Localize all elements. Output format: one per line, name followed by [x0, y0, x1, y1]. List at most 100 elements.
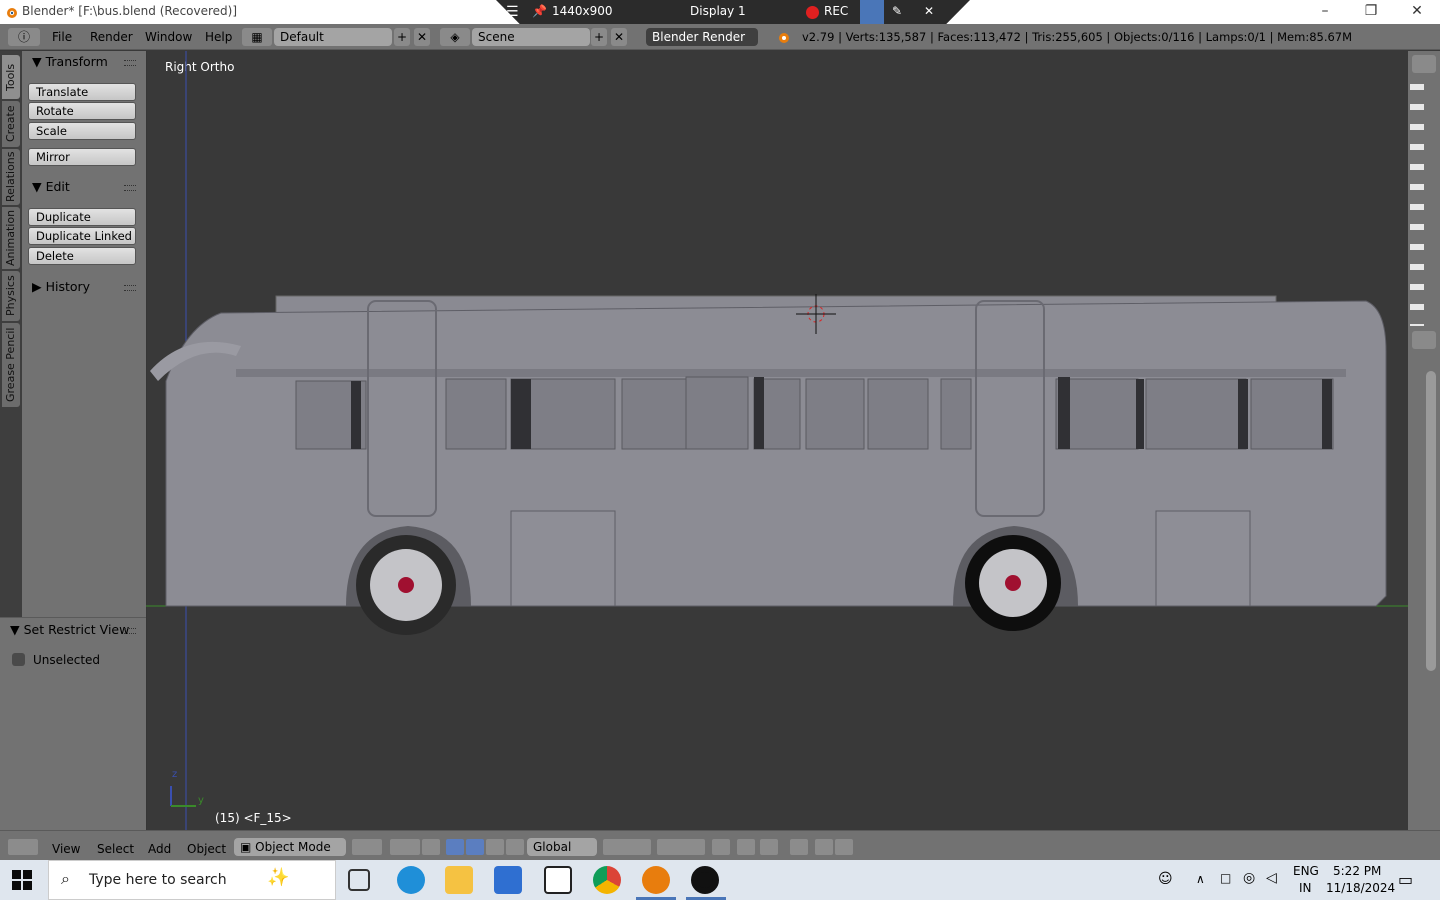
close-window-button[interactable]: ✕ — [1394, 0, 1440, 24]
menu-view[interactable]: View — [52, 842, 80, 856]
layout-field[interactable]: Default — [274, 28, 392, 46]
editor-type-button[interactable] — [8, 839, 38, 855]
pivot-button[interactable] — [390, 839, 420, 855]
mode-select[interactable]: ▣ Object Mode — [234, 838, 346, 856]
store-icon[interactable] — [494, 866, 522, 894]
panel-grip-icon[interactable] — [124, 185, 136, 191]
render-icon[interactable] — [815, 839, 833, 855]
tab-relations[interactable]: Relations — [2, 149, 20, 205]
language-primary[interactable]: ENG — [1293, 864, 1319, 878]
bus-model[interactable] — [146, 51, 1408, 830]
duplicate-linked-button[interactable]: Duplicate Linked — [28, 227, 136, 245]
lock-layers-icon[interactable] — [712, 839, 730, 855]
3d-viewport[interactable]: Right Ortho z y (15) <F_15> — [146, 51, 1408, 830]
translate-gizmo-icon[interactable] — [446, 839, 464, 855]
menu-help[interactable]: Help — [205, 30, 232, 44]
panel-grip-icon[interactable] — [124, 285, 136, 291]
blender-taskbar-icon[interactable] — [642, 866, 670, 894]
anim-render-icon[interactable] — [835, 839, 853, 855]
scene-field[interactable]: Scene — [472, 28, 590, 46]
restrict-render-icons[interactable] — [1410, 76, 1424, 326]
layers-group-1[interactable] — [603, 839, 651, 855]
menu-select[interactable]: Select — [97, 842, 134, 856]
layers-group-2[interactable] — [657, 839, 705, 855]
recorder-display[interactable]: Display 1 — [690, 4, 746, 18]
panel-grip-icon[interactable] — [124, 60, 136, 66]
rotate-button[interactable]: Rotate — [28, 102, 136, 120]
rec-label[interactable]: REC — [824, 4, 848, 18]
editor-type-button[interactable]: ⓘ — [8, 28, 40, 46]
transform-header[interactable]: ▼ Transform — [32, 54, 108, 69]
unselected-checkbox[interactable] — [12, 653, 25, 666]
gizmo-mode-icon[interactable] — [506, 839, 524, 855]
layout-browse-button[interactable]: ▦ — [242, 28, 272, 46]
orientation-select[interactable]: Global — [527, 838, 597, 856]
tab-tools[interactable]: Tools — [2, 55, 20, 99]
mirror-button[interactable]: Mirror — [28, 148, 136, 166]
close-recorder-icon[interactable]: ✕ — [924, 4, 934, 18]
scene-stats: v2.79 | Verts:135,587 | Faces:113,472 | … — [802, 30, 1353, 44]
viewport-header: View Select Add Object ▣ Object Mode Glo… — [0, 830, 1440, 860]
language-secondary[interactable]: IN — [1299, 881, 1312, 895]
delete-button[interactable]: Delete — [28, 247, 136, 265]
scale-gizmo-icon[interactable] — [486, 839, 504, 855]
scene-add-icon[interactable]: + — [591, 28, 607, 46]
properties-editor-icon[interactable] — [1412, 331, 1436, 349]
menu-render[interactable]: Render — [90, 30, 133, 44]
shading-button[interactable] — [352, 839, 382, 855]
outliner-strip — [1408, 51, 1440, 830]
people-icon[interactable]: ☺ — [1158, 871, 1173, 887]
menu-window[interactable]: Window — [145, 30, 192, 44]
chrome-icon[interactable] — [593, 866, 621, 894]
pin-icon[interactable]: 📌 — [532, 4, 547, 18]
menu-object[interactable]: Object — [187, 842, 226, 856]
layout-add-icon[interactable]: + — [394, 28, 410, 46]
clock-time[interactable]: 5:22 PM — [1333, 864, 1381, 878]
render-engine-select[interactable]: Blender Render — [646, 28, 758, 46]
tab-grease-pencil[interactable]: Grease Pencil — [2, 323, 20, 407]
panel-grip-icon[interactable] — [124, 628, 136, 634]
minimize-button[interactable]: – — [1302, 0, 1348, 24]
menu-icon[interactable]: ☰ — [506, 4, 519, 20]
snap-icon[interactable] — [760, 839, 778, 855]
outliner-editor-icon[interactable] — [1412, 55, 1436, 73]
windows-taskbar: ⌕ Type here to search ✨ ☺ ∧ □ ◎ ◁ ENG IN… — [0, 860, 1440, 900]
notification-icon[interactable]: ▭ — [1398, 870, 1413, 889]
volume-icon[interactable]: ◁ — [1266, 870, 1277, 886]
layout-remove-icon[interactable]: ✕ — [414, 28, 430, 46]
recorder-taskbar-icon[interactable] — [691, 866, 719, 894]
gizmo-z-label: z — [172, 769, 178, 780]
menu-file[interactable]: File — [52, 30, 72, 44]
camera-icon[interactable] — [860, 0, 884, 24]
rotate-gizmo-icon[interactable] — [466, 839, 484, 855]
mail-icon[interactable] — [544, 866, 572, 894]
start-icon[interactable] — [12, 870, 32, 890]
meet-icon[interactable]: □ — [1220, 871, 1231, 885]
taskbar-search[interactable]: ⌕ Type here to search ✨ — [48, 860, 336, 900]
menu-add[interactable]: Add — [148, 842, 171, 856]
tab-physics[interactable]: Physics — [2, 271, 20, 321]
info-header: ⓘ File Render Window Help ▦ Default + ✕ … — [0, 24, 1440, 50]
edge-icon[interactable] — [397, 866, 425, 894]
history-header[interactable]: ▶ History — [32, 279, 90, 294]
translate-button[interactable]: Translate — [28, 83, 136, 101]
scrollbar[interactable] — [1426, 371, 1436, 671]
pen-icon[interactable]: ✎ — [892, 4, 902, 18]
clock-date[interactable]: 11/18/2024 — [1326, 881, 1395, 895]
snap-target-icon[interactable] — [790, 839, 808, 855]
edit-header[interactable]: ▼ Edit — [32, 179, 70, 194]
tray-expand-icon[interactable]: ∧ — [1196, 872, 1205, 886]
file-explorer-icon[interactable] — [445, 866, 473, 894]
manipulator-icon[interactable] — [422, 839, 440, 855]
tab-animation[interactable]: Animation — [2, 207, 20, 269]
scene-remove-icon[interactable]: ✕ — [611, 28, 627, 46]
scene-browse-button[interactable]: ◈ — [440, 28, 470, 46]
tab-create[interactable]: Create — [2, 101, 20, 147]
network-icon[interactable]: ◎ — [1243, 870, 1255, 886]
restore-button[interactable]: ❐ — [1348, 0, 1394, 24]
restrict-header[interactable]: ▼ Set Restrict View — [10, 622, 129, 637]
duplicate-button[interactable]: Duplicate — [28, 208, 136, 226]
task-view-icon[interactable] — [348, 869, 370, 891]
proportional-edit-icon[interactable] — [737, 839, 755, 855]
scale-button[interactable]: Scale — [28, 122, 136, 140]
